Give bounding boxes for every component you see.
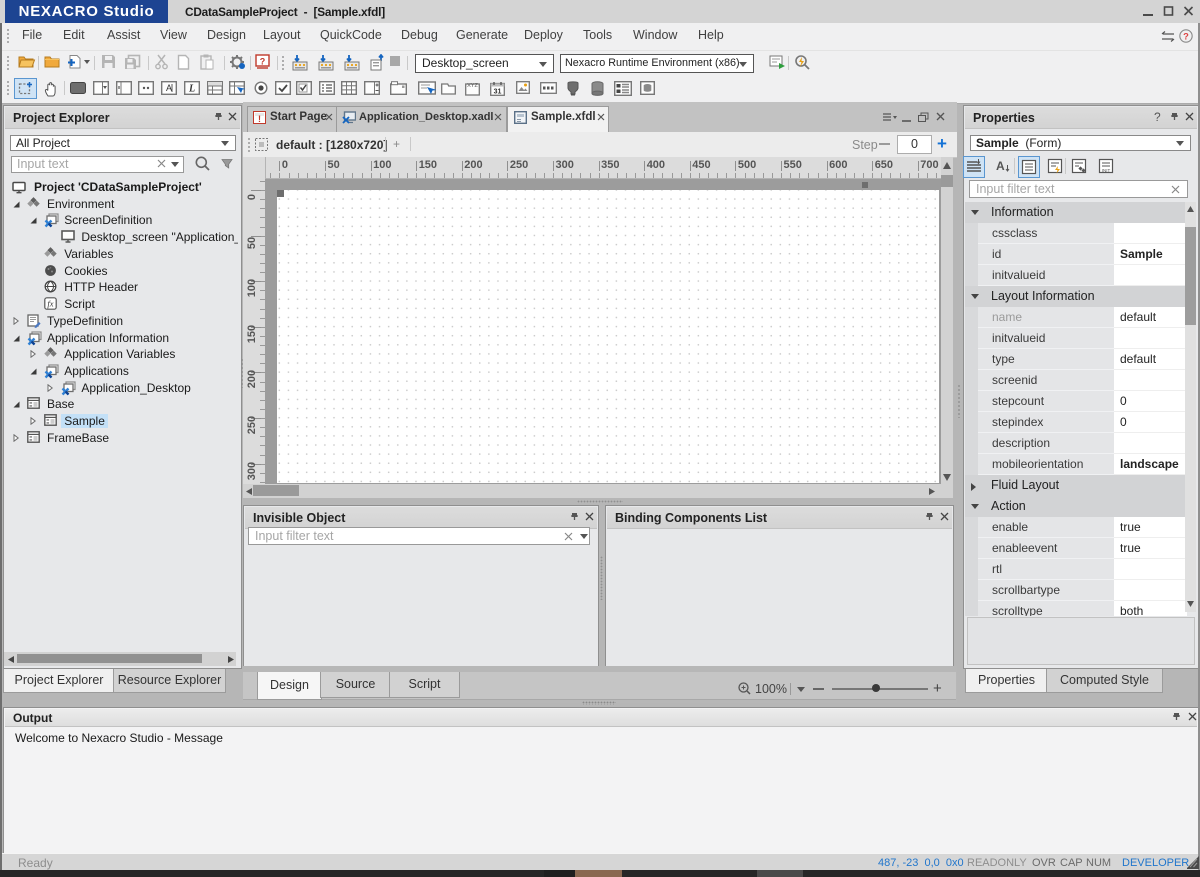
svg-text:A: A <box>996 159 1005 173</box>
svg-text:L: L <box>188 84 195 95</box>
svg-text:?: ? <box>260 57 266 67</box>
svg-text:A: A <box>166 83 172 93</box>
svg-text:!: ! <box>258 114 261 124</box>
svg-text:?: ? <box>1183 31 1189 41</box>
svg-text:XYZ: XYZ <box>467 83 478 89</box>
svg-text:31: 31 <box>494 89 502 96</box>
svg-text:INIT: INIT <box>1102 168 1111 173</box>
svg-text:fx: fx <box>48 299 54 309</box>
